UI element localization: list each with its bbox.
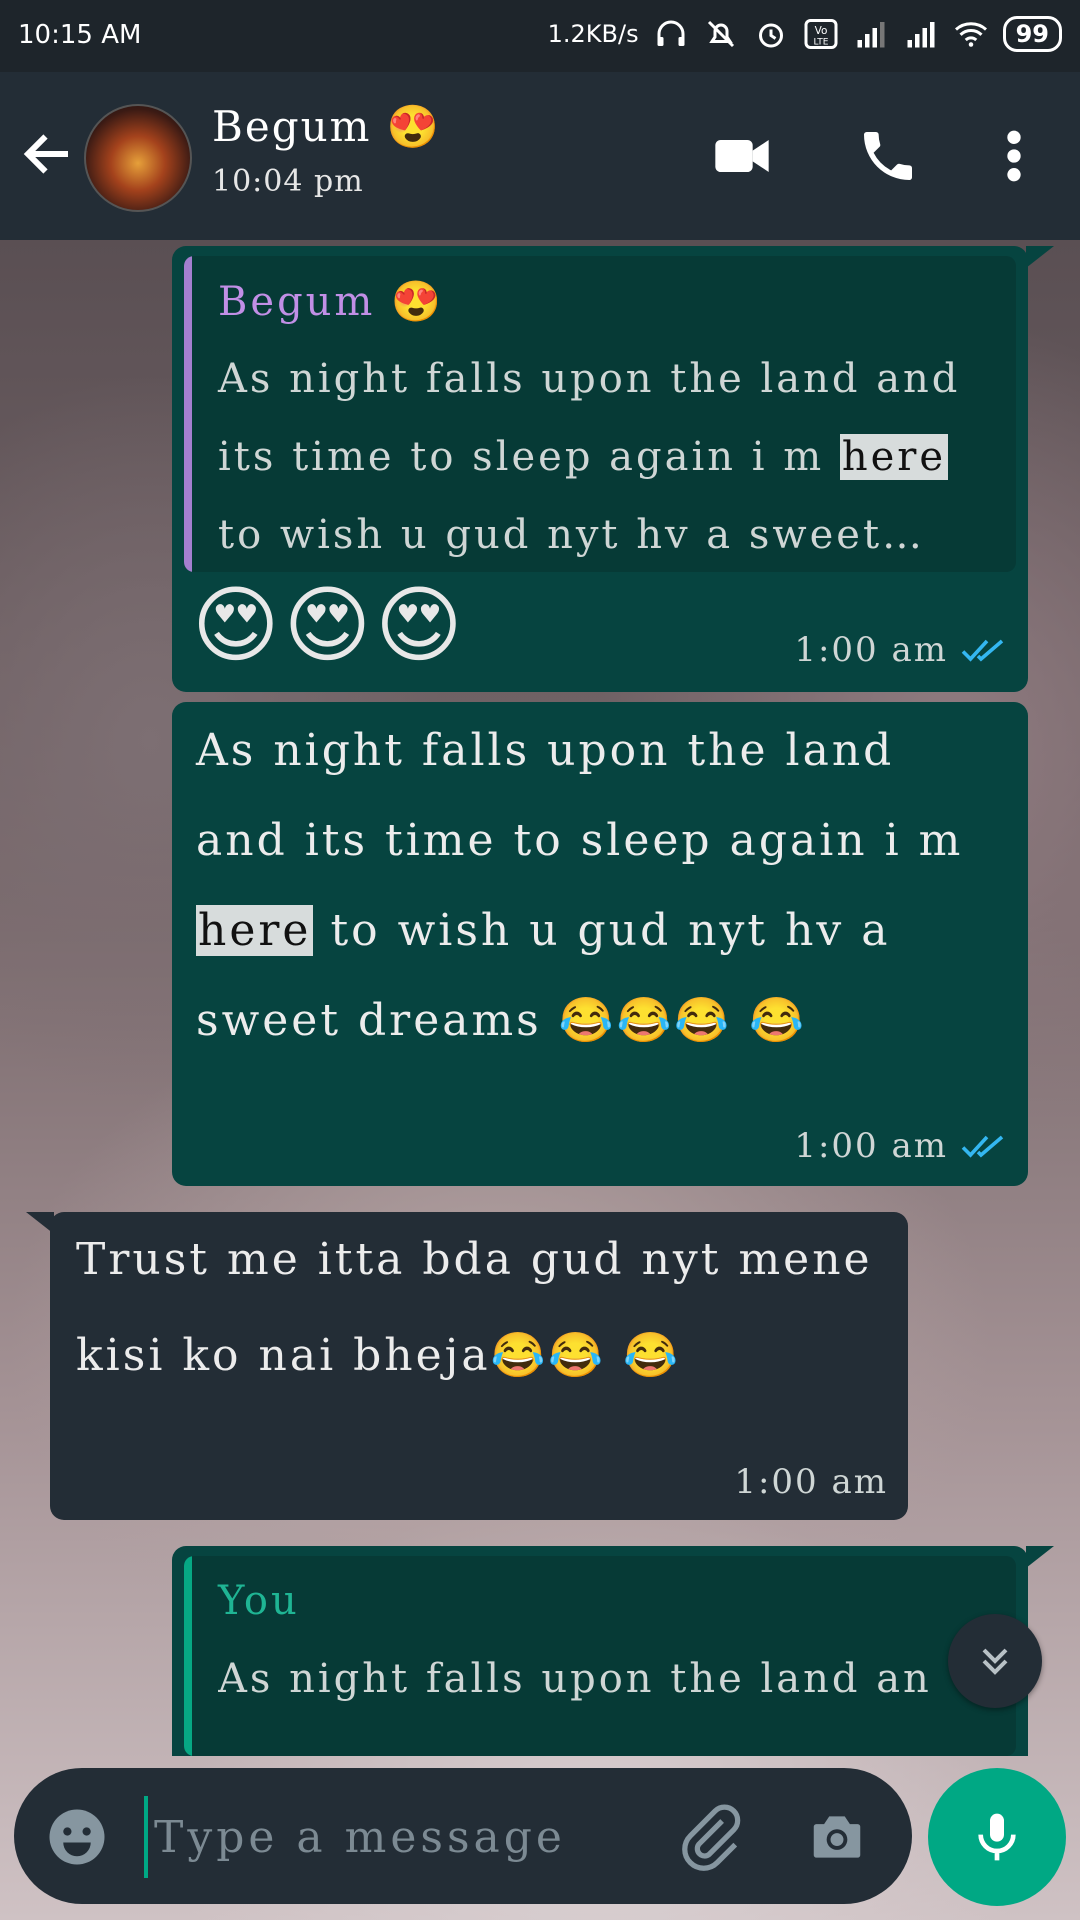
headphones-icon	[657, 20, 685, 46]
double-check-icon	[961, 639, 1004, 662]
message-time: 1:00 am	[794, 630, 948, 670]
quote-text: As night falls upon the land and its tim…	[218, 356, 961, 558]
bubble-tail	[1026, 1546, 1054, 1568]
quoted-message[interactable]: Begum 😍 As night falls upon the land and…	[184, 256, 1016, 572]
quote-author: Begum 😍	[218, 279, 444, 325]
volte-icon: VoLTE	[804, 19, 838, 49]
alarm-icon	[758, 23, 783, 48]
message-composer	[14, 1768, 912, 1904]
scroll-to-bottom-button[interactable]	[948, 1614, 1042, 1708]
message-time: 1:00 am	[794, 1126, 948, 1166]
signal-icon	[907, 22, 935, 48]
signal-icon	[857, 22, 885, 48]
status-bar: 10:15 AM 1.2KB/s Vo LTE 99	[0, 0, 1080, 72]
back-arrow-icon[interactable]	[18, 124, 78, 184]
message-meta: 1:00 am	[734, 1462, 888, 1502]
double-check-icon	[961, 1135, 1004, 1158]
more-vert-icon[interactable]	[990, 124, 1038, 188]
svg-text:LTE: LTE	[813, 38, 828, 48]
video-call-icon[interactable]	[710, 124, 774, 188]
message-text: As night falls upon the land and its tim…	[196, 725, 964, 1046]
message-input[interactable]	[144, 1796, 676, 1878]
quote-bar	[184, 1556, 192, 1756]
battery-indicator: 99	[1002, 16, 1062, 52]
quote-text: As night falls upon the land an	[218, 1656, 932, 1702]
message-meta: 1:00 am	[794, 1126, 1008, 1166]
message-bubble-incoming[interactable]: Trust me itta bda gud nyt mene kisi ko n…	[50, 1212, 908, 1520]
bubble-tail	[26, 1212, 54, 1234]
avatar[interactable]	[84, 104, 192, 212]
svg-text:Vo: Vo	[814, 25, 827, 37]
message-bubble-outgoing[interactable]: As night falls upon the land and its tim…	[172, 702, 1028, 1186]
quoted-message[interactable]: You As night falls upon the land an	[184, 1556, 1016, 1756]
status-time: 10:15 AM	[18, 20, 142, 50]
emoji-icon[interactable]	[44, 1804, 110, 1870]
chat-header: Begum 😍 10:04 pm	[0, 72, 1080, 240]
mute-icon	[707, 20, 734, 48]
net-speed: 1.2KB/s	[547, 20, 639, 48]
quote-author: You	[218, 1578, 300, 1624]
phone-icon[interactable]	[856, 124, 920, 188]
attach-icon[interactable]	[674, 1802, 744, 1872]
message-text: Trust me itta bda gud nyt mene kisi ko n…	[76, 1234, 873, 1381]
mic-icon	[978, 1813, 1016, 1861]
wifi-icon	[954, 22, 987, 47]
status-icons: 1.2KB/s Vo LTE 99	[548, 16, 1062, 52]
message-bubble-outgoing[interactable]: Begum 😍 As night falls upon the land and…	[172, 246, 1028, 692]
bubble-tail	[1026, 246, 1054, 268]
message-time: 1:00 am	[734, 1462, 888, 1502]
chevron-double-down-icon	[982, 1648, 1008, 1675]
camera-icon[interactable]	[804, 1806, 870, 1868]
contact-name[interactable]: Begum 😍	[212, 102, 441, 152]
message-text: 😍😍😍	[192, 576, 467, 674]
message-meta: 1:00 am	[794, 630, 1008, 670]
last-seen: 10:04 pm	[212, 164, 364, 199]
quote-bar	[184, 256, 192, 572]
message-bubble-outgoing[interactable]: You As night falls upon the land an	[172, 1546, 1028, 1756]
mic-button[interactable]	[928, 1768, 1066, 1906]
